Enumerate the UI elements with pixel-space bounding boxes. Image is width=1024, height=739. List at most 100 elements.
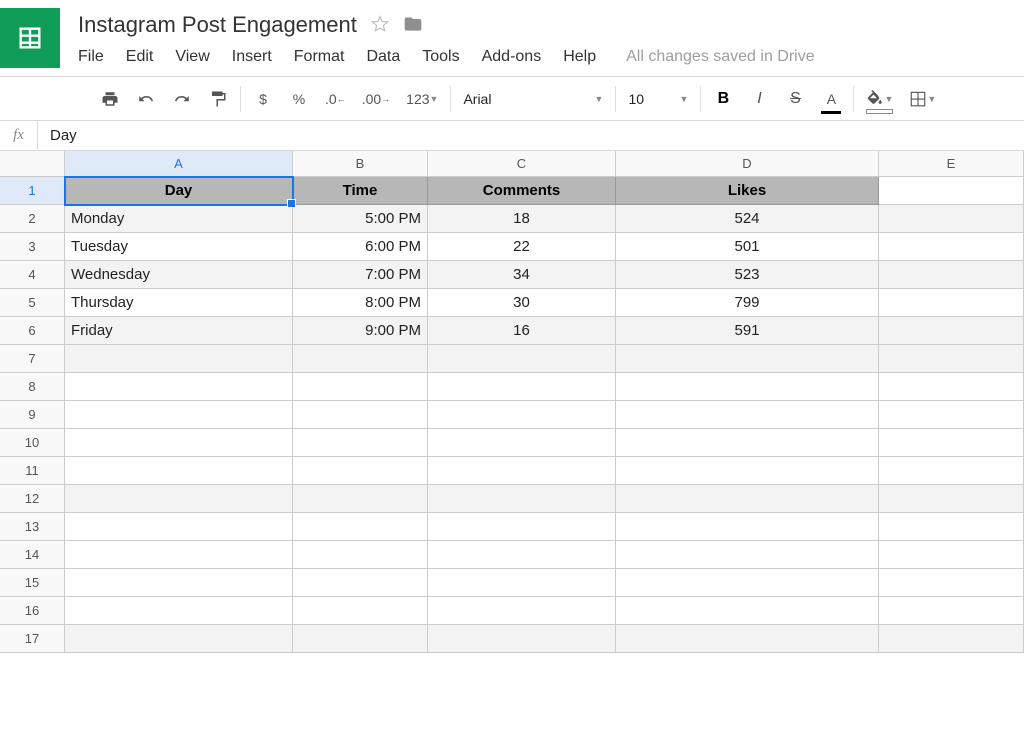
cell-c16[interactable]	[428, 597, 616, 625]
font-size-select[interactable]: 10 ▼	[628, 91, 688, 107]
row-header-13[interactable]: 13	[0, 513, 65, 541]
cell-b16[interactable]	[293, 597, 428, 625]
cell-b10[interactable]	[293, 429, 428, 457]
folder-icon[interactable]	[403, 14, 423, 37]
cell-e5[interactable]	[879, 289, 1024, 317]
cell-a2[interactable]: Monday	[65, 205, 293, 233]
star-icon[interactable]	[371, 15, 389, 36]
cell-a6[interactable]: Friday	[65, 317, 293, 345]
cell-a15[interactable]	[65, 569, 293, 597]
cell-c12[interactable]	[428, 485, 616, 513]
italic-button[interactable]: I	[749, 87, 769, 111]
undo-icon[interactable]	[136, 87, 156, 111]
cell-c8[interactable]	[428, 373, 616, 401]
cell-d15[interactable]	[616, 569, 879, 597]
increase-decimal-button[interactable]: .00→	[362, 87, 390, 111]
cell-c15[interactable]	[428, 569, 616, 597]
more-formats-button[interactable]: 123 ▼	[406, 87, 438, 111]
row-header-9[interactable]: 9	[0, 401, 65, 429]
strikethrough-button[interactable]: S	[785, 87, 805, 111]
cell-d12[interactable]	[616, 485, 879, 513]
cell-a3[interactable]: Tuesday	[65, 233, 293, 261]
row-header-16[interactable]: 16	[0, 597, 65, 625]
currency-button[interactable]: $	[253, 87, 273, 111]
cell-e2[interactable]	[879, 205, 1024, 233]
cell-b9[interactable]	[293, 401, 428, 429]
cell-c14[interactable]	[428, 541, 616, 569]
row-header-14[interactable]: 14	[0, 541, 65, 569]
menu-view[interactable]: View	[175, 48, 209, 66]
cell-d16[interactable]	[616, 597, 879, 625]
row-header-5[interactable]: 5	[0, 289, 65, 317]
cell-d17[interactable]	[616, 625, 879, 653]
cell-d9[interactable]	[616, 401, 879, 429]
cell-e6[interactable]	[879, 317, 1024, 345]
column-header-c[interactable]: C	[428, 151, 616, 177]
cell-a16[interactable]	[65, 597, 293, 625]
cell-d3[interactable]: 501	[616, 233, 879, 261]
cell-b17[interactable]	[293, 625, 428, 653]
text-color-button[interactable]: A	[821, 87, 841, 111]
formula-input[interactable]: Day	[38, 121, 1024, 150]
cell-a17[interactable]	[65, 625, 293, 653]
row-header-4[interactable]: 4	[0, 261, 65, 289]
row-header-8[interactable]: 8	[0, 373, 65, 401]
row-header-15[interactable]: 15	[0, 569, 65, 597]
cell-d10[interactable]	[616, 429, 879, 457]
cell-c4[interactable]: 34	[428, 261, 616, 289]
cell-b14[interactable]	[293, 541, 428, 569]
font-family-select[interactable]: Arial ▼	[463, 91, 603, 107]
column-header-b[interactable]: B	[293, 151, 428, 177]
spreadsheet-grid[interactable]: ABCDE1DayTimeCommentsLikes2Monday5:00 PM…	[0, 151, 1024, 653]
fill-color-button[interactable]: ▼	[866, 87, 893, 111]
cell-a4[interactable]: Wednesday	[65, 261, 293, 289]
cell-e4[interactable]	[879, 261, 1024, 289]
cell-e16[interactable]	[879, 597, 1024, 625]
cell-e17[interactable]	[879, 625, 1024, 653]
cell-d4[interactable]: 523	[616, 261, 879, 289]
cell-c7[interactable]	[428, 345, 616, 373]
row-header-6[interactable]: 6	[0, 317, 65, 345]
cell-d11[interactable]	[616, 457, 879, 485]
cell-a11[interactable]	[65, 457, 293, 485]
cell-a9[interactable]	[65, 401, 293, 429]
cell-b6[interactable]: 9:00 PM	[293, 317, 428, 345]
cell-c9[interactable]	[428, 401, 616, 429]
cell-c5[interactable]: 30	[428, 289, 616, 317]
cell-d7[interactable]	[616, 345, 879, 373]
cell-a1[interactable]: Day	[65, 177, 293, 205]
cell-c13[interactable]	[428, 513, 616, 541]
cell-d14[interactable]	[616, 541, 879, 569]
row-header-7[interactable]: 7	[0, 345, 65, 373]
menu-format[interactable]: Format	[294, 48, 345, 66]
cell-a13[interactable]	[65, 513, 293, 541]
row-header-2[interactable]: 2	[0, 205, 65, 233]
cell-b13[interactable]	[293, 513, 428, 541]
cell-b5[interactable]: 8:00 PM	[293, 289, 428, 317]
cell-d13[interactable]	[616, 513, 879, 541]
document-title[interactable]: Instagram Post Engagement	[78, 12, 357, 38]
cell-c17[interactable]	[428, 625, 616, 653]
cell-d8[interactable]	[616, 373, 879, 401]
cell-a12[interactable]	[65, 485, 293, 513]
cell-d1[interactable]: Likes	[616, 177, 879, 205]
cell-a7[interactable]	[65, 345, 293, 373]
row-header-17[interactable]: 17	[0, 625, 65, 653]
cell-b1[interactable]: Time	[293, 177, 428, 205]
cell-c11[interactable]	[428, 457, 616, 485]
redo-icon[interactable]	[172, 87, 192, 111]
select-all-corner[interactable]	[0, 151, 65, 177]
cell-c10[interactable]	[428, 429, 616, 457]
print-icon[interactable]	[100, 87, 120, 111]
percent-button[interactable]: %	[289, 87, 309, 111]
bold-button[interactable]: B	[713, 87, 733, 111]
cell-e3[interactable]	[879, 233, 1024, 261]
menu-data[interactable]: Data	[366, 48, 400, 66]
cell-e1[interactable]	[879, 177, 1024, 205]
cell-c6[interactable]: 16	[428, 317, 616, 345]
menu-help[interactable]: Help	[563, 48, 596, 66]
row-header-1[interactable]: 1	[0, 177, 65, 205]
cell-e14[interactable]	[879, 541, 1024, 569]
row-header-11[interactable]: 11	[0, 457, 65, 485]
cell-c2[interactable]: 18	[428, 205, 616, 233]
